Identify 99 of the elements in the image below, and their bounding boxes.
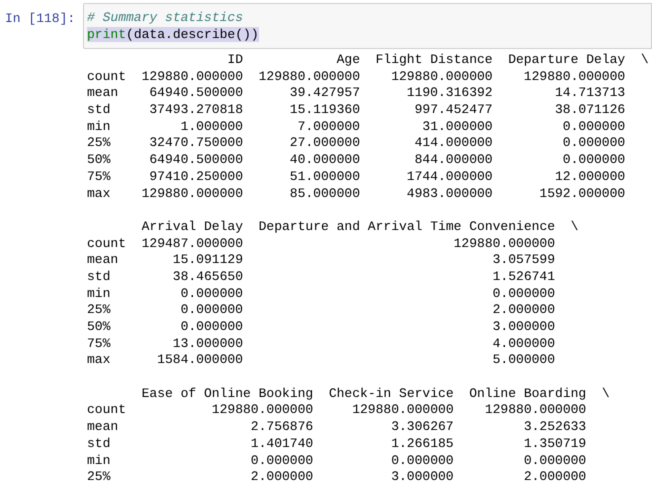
row-label: min bbox=[87, 118, 112, 136]
table-cell-text: 0.000000 bbox=[180, 319, 243, 336]
column-header: Departure Delay bbox=[508, 52, 626, 69]
table-cell-text: 13.000000 bbox=[172, 336, 243, 352]
row-label: 50% bbox=[87, 319, 112, 336]
table-cell-text: 3.252633 bbox=[522, 419, 586, 436]
row-label: mean bbox=[87, 419, 120, 436]
table-cell-text: 38.071126 bbox=[554, 102, 626, 119]
row-label: 75% bbox=[87, 336, 112, 352]
row-label: max bbox=[87, 186, 112, 202]
table-cell-text: 1.401740 bbox=[250, 436, 314, 452]
table-cell: 129487.000000 bbox=[142, 236, 243, 252]
continuation-mark: \ bbox=[640, 52, 649, 69]
row-label: min bbox=[87, 452, 112, 470]
table-cell-text: 129880.000000 bbox=[210, 402, 314, 420]
row-label: 75% bbox=[87, 168, 112, 186]
row-label: std bbox=[87, 436, 112, 452]
continuation-mark: \ bbox=[602, 386, 610, 402]
table-cell-text: 2.756876 bbox=[250, 419, 314, 436]
column-header: Ease of Online Booking bbox=[142, 386, 314, 402]
table-cell-text: 129880.000000 bbox=[351, 402, 454, 420]
table-cell-text: 39.427957 bbox=[288, 85, 360, 102]
column-header: Arrival Delay bbox=[142, 218, 243, 236]
row-label: 25% bbox=[87, 135, 112, 152]
table-cell: 129880.000000 bbox=[258, 68, 360, 86]
table-cell-text: 3.057599 bbox=[492, 252, 556, 269]
table-cell-text: 15.091129 bbox=[172, 252, 243, 269]
table-cell-text: 997.452477 bbox=[414, 102, 493, 119]
table-cell-text: 3.000000 bbox=[492, 319, 556, 336]
table-cell-text: 0.000000 bbox=[562, 118, 626, 136]
table-cell-text: 5.000000 bbox=[492, 352, 556, 370]
table-cell-text: 0.000000 bbox=[522, 452, 586, 470]
row-label: max bbox=[87, 352, 112, 370]
row-label: 25% bbox=[87, 469, 112, 486]
table-cell-text: 4983.000000 bbox=[406, 186, 493, 202]
table-cell-text: 0.000000 bbox=[390, 452, 454, 470]
table-cell-text: 37493.270818 bbox=[148, 102, 243, 119]
table-cell-text: 129880.000000 bbox=[390, 68, 493, 86]
table-cell-text: 1592.000000 bbox=[538, 186, 626, 202]
table-cell: 129880.000000 bbox=[142, 186, 243, 202]
table-cell-text: 64940.500000 bbox=[148, 85, 243, 102]
table-cell-text: 1744.000000 bbox=[406, 168, 493, 186]
table-cell-text: 2.000000 bbox=[492, 302, 556, 319]
row-label: mean bbox=[87, 85, 120, 102]
table-cell-text: 27.000000 bbox=[288, 135, 360, 152]
table-cell-text: 1584.000000 bbox=[156, 352, 243, 370]
table-cell-text: 129880.000000 bbox=[522, 68, 626, 86]
column-header: Age bbox=[336, 52, 360, 69]
table-cell-text: 0.000000 bbox=[180, 286, 243, 302]
table-cell-text: 1.350719 bbox=[522, 436, 586, 452]
table-cell-text: 38.465650 bbox=[172, 268, 243, 286]
continuation-mark: \ bbox=[570, 218, 578, 236]
column-header: Online Boarding bbox=[469, 386, 586, 402]
table-cell-text: 0.000000 bbox=[562, 135, 626, 152]
row-label: std bbox=[87, 102, 112, 119]
table-cell-text: 1.526741 bbox=[492, 268, 556, 286]
table-cell: 129880.000000 bbox=[142, 68, 243, 86]
table-cell-text: 3.000000 bbox=[390, 469, 454, 486]
table-cell-text: 129880.000000 bbox=[484, 402, 586, 420]
table-cell-text: 97410.250000 bbox=[148, 168, 243, 186]
row-label: count bbox=[87, 236, 126, 252]
column-header: Check-in Service bbox=[328, 386, 454, 402]
row-label: count bbox=[87, 402, 126, 420]
table-cell-text: 85.000000 bbox=[288, 186, 360, 202]
table-cell-text: 414.000000 bbox=[414, 135, 493, 152]
column-header: Departure and Arrival Time Convenience bbox=[258, 218, 556, 236]
table-cell-text: 7.000000 bbox=[296, 118, 360, 136]
table-cell-text: 1.266185 bbox=[390, 436, 454, 452]
table-cell-text: 2.000000 bbox=[250, 469, 314, 486]
table-cell-text: 1190.316392 bbox=[406, 85, 493, 102]
column-header: ID bbox=[226, 52, 243, 69]
row-label: count bbox=[87, 68, 126, 86]
table-cell-text: 12.000000 bbox=[554, 168, 626, 186]
table-cell-text: 64940.500000 bbox=[148, 152, 243, 169]
table-cell-text: 0.000000 bbox=[180, 302, 243, 319]
code-line: # Summary statistics bbox=[87, 10, 244, 25]
row-label: 50% bbox=[87, 152, 112, 169]
table-cell-text: 844.000000 bbox=[414, 152, 493, 169]
table-cell-text: 129880.000000 bbox=[452, 236, 556, 252]
code-cell[interactable]: # Summary statistics print(data.describe()) bbox=[83, 3, 652, 49]
table-cell-text: 0.000000 bbox=[562, 152, 626, 169]
table-cell-text: 14.713713 bbox=[554, 85, 626, 102]
table-cell-text: 1.000000 bbox=[180, 118, 243, 136]
input-prompt: In [118]: bbox=[5, 11, 76, 26]
table-cell-text: 0.000000 bbox=[250, 452, 314, 470]
table-cell-text: 51.000000 bbox=[288, 168, 360, 186]
row-label: mean bbox=[87, 252, 120, 269]
table-cell-text: 15.119360 bbox=[288, 102, 360, 119]
table-cell-text: 2.000000 bbox=[522, 469, 586, 486]
row-label: 25% bbox=[87, 302, 112, 319]
table-cell-text: 3.306267 bbox=[390, 419, 454, 436]
column-header: Flight Distance bbox=[376, 52, 493, 69]
table-cell-text: 40.000000 bbox=[288, 152, 360, 169]
row-label: min bbox=[87, 286, 112, 302]
table-cell-text: 0.000000 bbox=[492, 286, 556, 302]
table-cell-text: 31.000000 bbox=[421, 118, 493, 136]
row-label: std bbox=[87, 268, 112, 286]
table-cell-text: 4.000000 bbox=[492, 336, 556, 352]
table-cell-text: 32470.750000 bbox=[148, 135, 243, 152]
